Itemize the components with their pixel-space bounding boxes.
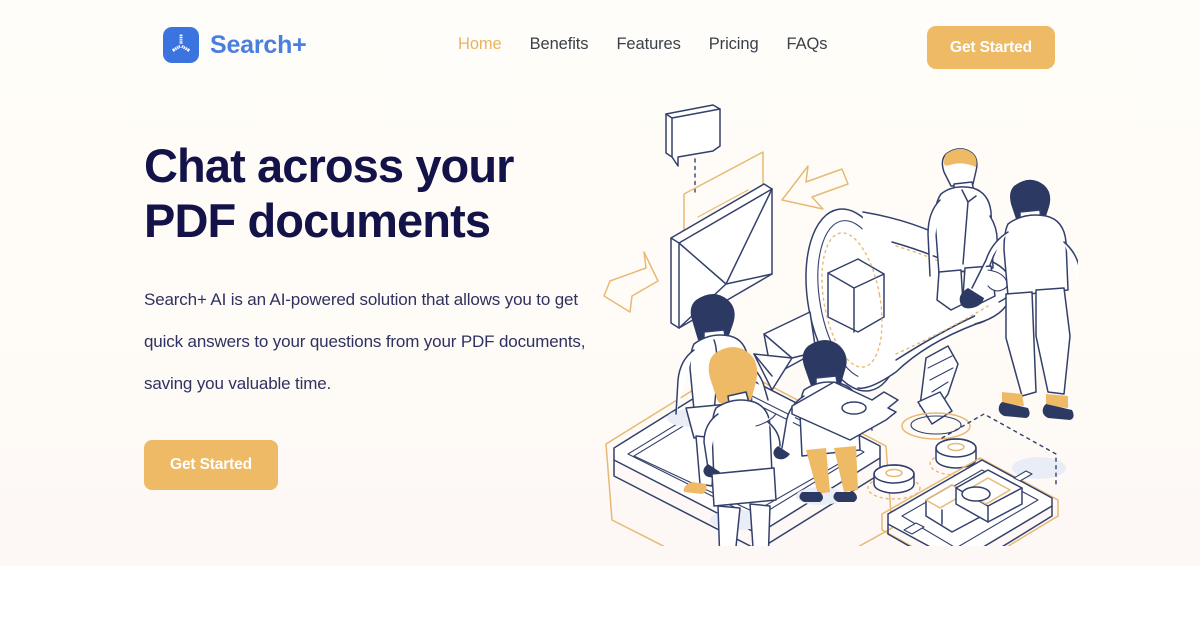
arrow-right-icon — [781, 165, 849, 210]
brand-name: Search+ — [210, 30, 307, 59]
propeller-tripod-icon — [163, 27, 199, 63]
brand-logo-link[interactable]: Search+ — [163, 27, 307, 63]
hero-title: Chat across your PDF documents — [144, 139, 514, 248]
nav-item-home[interactable]: Home — [458, 36, 502, 53]
hero-illustration: .ln { fill:none; stroke:#33406b; stroke-… — [596, 96, 1078, 546]
nav-item-faqs[interactable]: FAQs — [787, 36, 828, 53]
coin-stack-small — [867, 464, 921, 500]
landing-page: Search+ Home Benefits Features Pricing F… — [0, 0, 1200, 623]
site-header: Search+ Home Benefits Features Pricing F… — [0, 0, 1200, 95]
chat-bubble-shape — [665, 104, 721, 167]
hero-section: Chat across your PDF documents Search+ A… — [144, 138, 614, 490]
header-get-started-button[interactable]: Get Started — [927, 26, 1055, 69]
nav-item-benefits[interactable]: Benefits — [530, 36, 589, 53]
hero-get-started-button[interactable]: Get Started — [144, 440, 278, 490]
nav-item-pricing[interactable]: Pricing — [709, 36, 759, 53]
nav-item-features[interactable]: Features — [616, 36, 680, 53]
hero-subtitle: Search+ AI is an AI-powered solution tha… — [144, 289, 586, 393]
main-navigation: Home Benefits Features Pricing FAQs — [458, 36, 827, 53]
person-presenter — [927, 148, 1008, 311]
